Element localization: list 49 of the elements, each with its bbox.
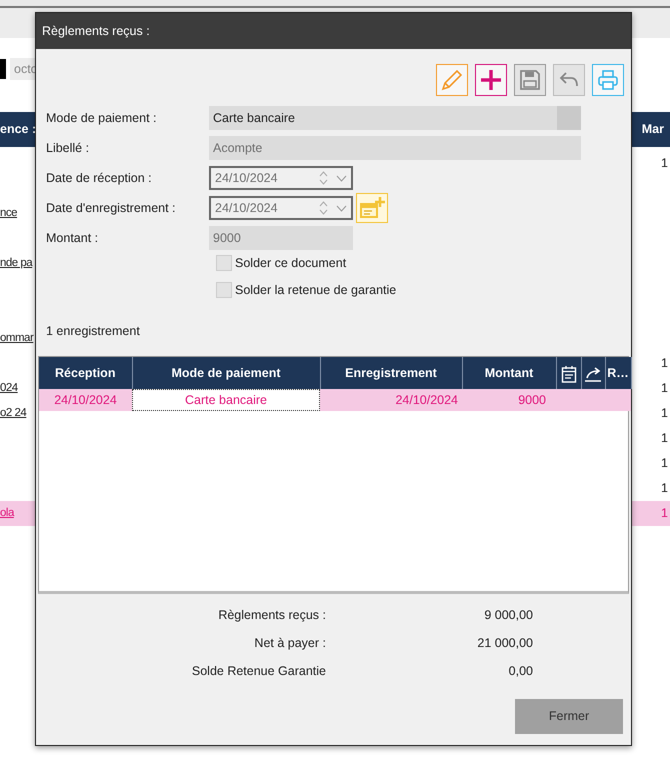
table-cell-text: 1 (661, 430, 669, 448)
dropdown[interactable]: Carte bancaire (209, 106, 581, 130)
table-cell-text: 1 (661, 455, 669, 472)
calendar-icon[interactable] (560, 364, 576, 383)
field-label: Date d'enregistrement : (46, 200, 177, 217)
table-cell-text: 1 (661, 480, 669, 498)
column-header[interactable]: Enregistrement (320, 357, 462, 390)
table-cell: 24/10/2024 (39, 389, 132, 412)
field-label: Montant : (46, 230, 100, 247)
print-button[interactable] (592, 64, 624, 96)
column-header[interactable]: R… (605, 357, 631, 390)
column-header: Mar (642, 121, 664, 138)
printer-icon[interactable] (597, 69, 619, 91)
table-row[interactable]: 24/10/2024 Carte bancaire 24/10/2024 9000 (39, 389, 631, 412)
field-label: Date de réception : (46, 170, 153, 187)
close-button[interactable]: Fermer (515, 698, 623, 734)
checkbox[interactable] (216, 282, 232, 298)
column-header: ence : (0, 121, 36, 138)
checkbox-label: Solder ce document (235, 255, 346, 272)
column-header[interactable]: Montant (462, 357, 556, 390)
total-value: 9 000,00 (483, 607, 533, 624)
table-cell-text: 1 (661, 380, 669, 398)
table-cell-text: 1 (661, 355, 669, 372)
link[interactable]: 024 (0, 380, 18, 398)
table-cell: 9000 (462, 389, 556, 412)
window-title: Règlements reçus : (42, 22, 150, 40)
total-label: Solde Retenue Garantie (190, 662, 326, 680)
field-label: Mode de paiement : (46, 110, 158, 127)
total-label: Net à payer : (253, 635, 326, 652)
record-count: 1 enregistrement (45, 322, 141, 340)
table-cell-text: 1 (661, 155, 669, 172)
column-header[interactable]: Réception (39, 357, 132, 390)
checkbox-label: Solder la retenue de garantie (235, 282, 396, 299)
table-cell: 24/10/2024 (320, 389, 462, 412)
link[interactable]: ommar (0, 330, 34, 348)
total-value: 0,00 (508, 662, 533, 680)
link[interactable]: nce (0, 204, 18, 222)
column-header[interactable]: Mode de paiement (132, 357, 320, 390)
table-cell: Carte bancaire (132, 389, 320, 412)
share-icon[interactable] (583, 366, 603, 382)
table-cell-text: 1 (661, 505, 669, 522)
checkbox[interactable] (216, 255, 232, 272)
total-value: 21 000,00 (476, 635, 533, 652)
color-swatch (0, 59, 6, 79)
field-label: Libellé : (46, 140, 90, 157)
total-label: Règlements reçus : (217, 607, 326, 624)
link[interactable]: o2 24 (0, 404, 26, 422)
table-cell-text: 1 (661, 405, 669, 422)
link[interactable]: nde pa (0, 254, 32, 272)
